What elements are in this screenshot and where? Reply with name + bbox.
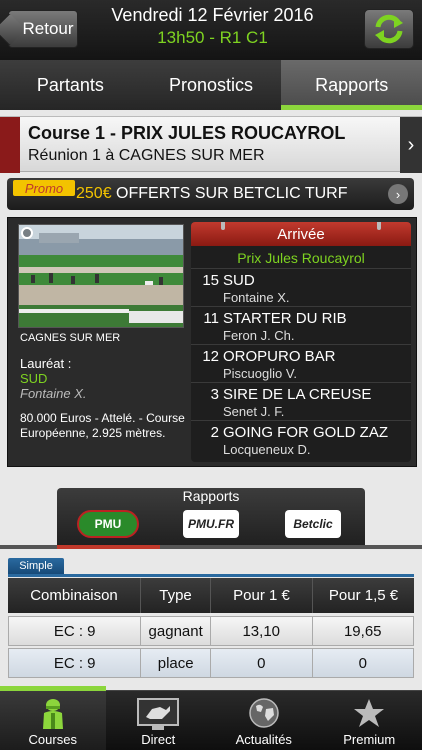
pmu-logo-button[interactable]: PMU	[77, 510, 139, 538]
table-cell: 0	[210, 649, 312, 677]
page-title-date: Vendredi 12 Février 2016	[111, 5, 314, 25]
back-button[interactable]: Retour	[8, 10, 78, 48]
table-cell: 13,10	[210, 617, 312, 645]
table-cell: EC : 9	[53, 654, 96, 672]
nav-label: Courses	[28, 732, 77, 747]
table-cell: EC : 9	[53, 622, 96, 640]
refresh-button[interactable]	[364, 9, 414, 49]
rapports-provider-bar: Rapports PMU PMU.FR Betclic	[57, 488, 365, 548]
table-row: EC : 9 place 0 0	[8, 648, 414, 678]
arrivee-header: Arrivée	[191, 222, 411, 246]
column-header: Pour 1 €	[210, 578, 312, 613]
promo-amount: 250€	[76, 185, 112, 202]
table-cell: place	[140, 649, 210, 677]
rapports-title: Rapports	[182, 488, 240, 504]
column-header: Combinaison	[30, 587, 118, 604]
runner-jockey: Piscuoglio V.	[223, 366, 297, 381]
nav-premium[interactable]: Premium	[317, 691, 422, 750]
back-button-label: Retour	[22, 19, 74, 38]
course-banner-accent	[0, 117, 20, 173]
chevron-right-icon[interactable]: ›	[388, 184, 408, 204]
arrivee-panel: Arrivée Prix Jules Roucayrol 15 SUD Font…	[191, 222, 411, 462]
promo-tag: Promo	[13, 180, 75, 196]
table-cell: 19,65	[311, 617, 414, 645]
pin-icon	[377, 222, 381, 230]
nav-courses[interactable]: Courses	[0, 686, 106, 750]
promo-text: 250€ OFFERTS SUR BETCLIC TURF	[76, 185, 347, 203]
refresh-icon	[375, 14, 403, 44]
arrivee-race-name: Prix Jules Roucayrol	[191, 246, 411, 269]
globe-icon	[249, 698, 279, 728]
tab-bar: Partants Pronostics Rapports	[0, 60, 422, 110]
race-location: CAGNES SUR MER	[20, 332, 121, 344]
simple-section-label: Simple	[8, 558, 64, 574]
runner-number: 11	[203, 310, 219, 327]
arrivee-runner: 11 STARTER DU RIB Feron J. Ch.	[191, 307, 411, 345]
column-header: Type	[140, 578, 210, 613]
runner-jockey: Senet J. F.	[223, 404, 285, 419]
runner-horse: SUD	[223, 272, 255, 289]
arrivee-title: Arrivée	[277, 225, 325, 243]
race-details: CAGNES SUR MER Lauréat : SUD Fontaine X.…	[20, 332, 185, 441]
arrivee-runner: 15 SUD Fontaine X.	[191, 269, 411, 307]
arrivee-runner: 3 SIRE DE LA CREUSE Senet J. F.	[191, 383, 411, 421]
arrivee-runner: 12 OROPURO BAR Piscuoglio V.	[191, 345, 411, 383]
runner-horse: GOING FOR GOLD ZAZ	[223, 424, 389, 441]
header: Retour Vendredi 12 Février 2016 13h50 - …	[0, 0, 422, 60]
page-title-course: 13h50 - R1 C1	[157, 28, 268, 47]
laureat-jockey: Fontaine X.	[20, 386, 87, 401]
runner-number: 3	[210, 386, 219, 403]
course-title: Course 1 - PRIX JULES ROUCAYROL	[28, 123, 346, 143]
table-header: Combinaison Type Pour 1 € Pour 1,5 €	[8, 578, 414, 613]
betclic-logo-button[interactable]: Betclic	[285, 510, 341, 538]
runner-jockey: Feron J. Ch.	[223, 328, 295, 343]
runner-jockey: Locqueneux D.	[223, 442, 311, 457]
race-photo[interactable]	[18, 224, 184, 328]
runner-jockey: Fontaine X.	[223, 290, 290, 305]
pmu-fr-logo-button[interactable]: PMU.FR	[183, 510, 239, 538]
runner-number: 12	[202, 348, 219, 365]
runner-horse: STARTER DU RIB	[223, 310, 347, 327]
nav-label: Actualités	[235, 732, 292, 747]
nav-direct[interactable]: Direct	[106, 691, 212, 750]
tab-partants[interactable]: Partants	[0, 60, 141, 110]
course-banner[interactable]: Course 1 - PRIX JULES ROUCAYROL Réunion …	[0, 116, 422, 173]
promo-banner[interactable]: Promo 250€ OFFERTS SUR BETCLIC TURF ›	[7, 178, 414, 210]
tab-pronostics[interactable]: Pronostics	[141, 60, 282, 110]
selected-provider-indicator	[57, 545, 160, 549]
nav-label: Premium	[343, 732, 396, 747]
course-subtitle: Réunion 1 à CAGNES SUR MER	[28, 147, 265, 164]
zoom-icon[interactable]	[21, 227, 33, 239]
nav-label: Direct	[141, 732, 176, 747]
tv-horse-icon	[137, 698, 180, 730]
table-cell: 0	[311, 649, 414, 677]
race-description: 80.000 Euros - Attelé. - Course Européen…	[20, 411, 185, 440]
racetrack-image	[19, 225, 183, 327]
race-info-panel: CAGNES SUR MER Lauréat : SUD Fontaine X.…	[7, 217, 417, 467]
nav-actualites[interactable]: Actualités	[211, 691, 317, 750]
table-row: EC : 9 gagnant 13,10 19,65	[8, 616, 414, 646]
chevron-right-icon[interactable]: ›	[400, 117, 422, 173]
runner-horse: OROPURO BAR	[223, 348, 336, 365]
bottom-nav: Courses Direct Actualités Premium	[0, 686, 422, 750]
column-header: Pour 1,5 €	[312, 578, 414, 613]
runner-number: 15	[202, 272, 219, 289]
runner-horse: SIRE DE LA CREUSE	[223, 386, 372, 403]
jockey-icon	[42, 699, 63, 729]
arrivee-runner: 2 GOING FOR GOLD ZAZ Locqueneux D.	[191, 421, 411, 459]
tab-rapports[interactable]: Rapports	[281, 60, 422, 110]
divider	[8, 574, 414, 577]
runner-number: 2	[210, 424, 219, 441]
pin-icon	[221, 222, 225, 230]
laureat-name: SUD	[20, 371, 48, 386]
laureat-label: Lauréat :	[20, 356, 72, 371]
table-cell: gagnant	[140, 617, 210, 645]
promo-message: OFFERTS SUR BETCLIC TURF	[111, 185, 348, 202]
star-icon	[354, 699, 385, 727]
